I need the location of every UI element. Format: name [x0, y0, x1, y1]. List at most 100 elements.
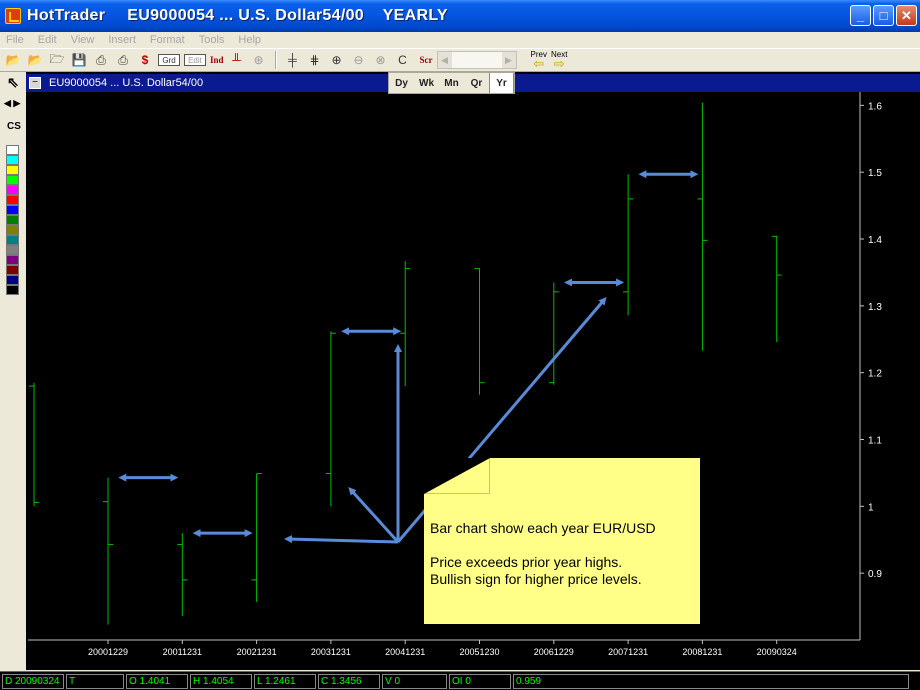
zoom-reset-icon[interactable]: ⊖ — [350, 51, 368, 69]
toolbar: 📂 📂 🗁 💾 ⎙ ⎙ $ Grd Edit Ind ╨ ⊛ ╪ ⋕ ⊕ ⊖ ⊗… — [0, 48, 920, 72]
status-volume: V 0 — [382, 673, 447, 689]
cs-button[interactable]: CS — [7, 121, 21, 132]
color-swatch[interactable] — [6, 285, 19, 295]
open-folder-icon[interactable]: 📂 — [4, 51, 22, 69]
arrow-left-icon: ⇦ — [533, 56, 545, 71]
pointer-arrow — [348, 487, 400, 544]
bar-chart-icon[interactable]: ╨ — [228, 51, 246, 69]
color-swatch[interactable] — [6, 225, 19, 235]
color-swatch[interactable] — [6, 245, 19, 255]
y-tick-label: 1 — [868, 502, 874, 513]
x-tick-label: 20061229 — [534, 647, 574, 657]
zoom-icon[interactable]: ⊕ — [328, 51, 346, 69]
magnet-icon[interactable]: ⊛ — [250, 51, 268, 69]
open-folder-2-icon[interactable]: 🗁 — [48, 51, 66, 69]
scroll-track[interactable] — [451, 52, 502, 68]
save-icon[interactable]: 💾 — [70, 51, 88, 69]
app-logo-icon[interactable] — [5, 8, 21, 24]
status-value: 0.959 — [513, 673, 909, 689]
status-time: T — [66, 673, 124, 689]
color-swatch[interactable] — [6, 155, 19, 165]
crosshair-icon[interactable]: ╪ — [284, 51, 302, 69]
status-bar: D 20090324 T O 1.4041 H 1.4054 L 1.2461 … — [0, 671, 920, 690]
data-window-icon[interactable]: ⋕ — [306, 51, 324, 69]
y-tick-label: 1.1 — [868, 436, 882, 447]
chart-window: − EU9000054 ... U.S. Dollar54/00 Dy Wk M… — [26, 72, 920, 670]
y-tick-label: 1.6 — [868, 101, 882, 112]
scroll-arrows-icon[interactable]: ◀ ▶ — [4, 98, 20, 109]
print-icon[interactable]: ⎙ — [92, 51, 110, 69]
color-swatch[interactable] — [6, 185, 19, 195]
status-close: C 1.3456 — [318, 673, 380, 689]
status-high: H 1.4054 — [190, 673, 252, 689]
menu-format[interactable]: Format — [150, 34, 185, 46]
title-bar: HotTrader EU9000054 ... U.S. Dollar54/00… — [0, 0, 920, 32]
scroll-left-icon[interactable]: ◀ — [437, 52, 452, 68]
open-file-icon[interactable]: 📂 — [26, 51, 44, 69]
zoom-all-icon[interactable]: ⊗ — [372, 51, 390, 69]
indicator-icon[interactable]: Ind — [210, 51, 224, 69]
next-button[interactable]: Next ⇨ — [551, 51, 567, 71]
menu-file[interactable]: File — [6, 34, 24, 46]
menu-view[interactable]: View — [71, 34, 95, 46]
color-swatch[interactable] — [6, 165, 19, 175]
toolbar-separator — [274, 51, 277, 69]
pointer-icon[interactable]: ⇖ — [7, 74, 19, 91]
color-swatch[interactable] — [6, 265, 19, 275]
y-tick-label: 1.2 — [868, 369, 882, 380]
color-swatch[interactable] — [6, 275, 19, 285]
color-swatch[interactable] — [6, 255, 19, 265]
color-swatch[interactable] — [6, 195, 19, 205]
color-swatch[interactable] — [6, 215, 19, 225]
scroll-right-icon[interactable]: ▶ — [501, 52, 516, 68]
minimize-button[interactable]: _ — [850, 5, 871, 26]
y-tick-label: 1.4 — [868, 235, 882, 246]
menu-edit[interactable]: Edit — [38, 34, 57, 46]
color-swatch[interactable] — [6, 205, 19, 215]
x-tick-label: 20011231 — [163, 647, 202, 657]
x-tick-label: 20031231 — [311, 647, 351, 657]
y-tick-label: 1.3 — [868, 302, 882, 313]
grid-icon[interactable]: Grd — [158, 54, 180, 66]
annotation-note[interactable]: Bar chart show each year EUR/USD Price e… — [424, 458, 700, 624]
x-tick-label: 20021231 — [237, 647, 277, 657]
app-name: HotTrader — [27, 7, 106, 24]
note-line: Bullish sign for higher price levels. — [430, 571, 642, 587]
scr-button[interactable]: Scr — [420, 51, 433, 69]
print-preview-icon[interactable]: ⎙ — [114, 51, 132, 69]
color-palette — [6, 145, 19, 295]
menu-help[interactable]: Help — [238, 34, 261, 46]
note-line — [430, 537, 656, 554]
status-low: L 1.2461 — [254, 673, 316, 689]
status-date: D 20090324 — [2, 673, 64, 689]
x-tick-label: 20090324 — [757, 647, 797, 657]
note-line: Price exceeds prior year highs. — [430, 554, 623, 570]
color-swatch[interactable] — [6, 235, 19, 245]
x-tick-label: 20081231 — [682, 647, 722, 657]
left-tool-palette: ⇖ ◀ ▶ CS — [0, 72, 26, 670]
x-tick-label: 20071231 — [608, 647, 648, 657]
y-tick-label: 0.9 — [868, 569, 882, 580]
status-open: O 1.4041 — [126, 673, 188, 689]
pointer-arrow — [284, 535, 399, 544]
maximize-button[interactable]: □ — [873, 5, 894, 26]
menu-bar: File Edit View Insert Format Tools Help — [0, 32, 920, 48]
status-open-interest: OI 0 — [449, 673, 511, 689]
chart-scroller[interactable]: ◀ ▶ — [436, 51, 517, 69]
menu-tools[interactable]: Tools — [199, 34, 225, 46]
x-tick-label: 20041231 — [385, 647, 425, 657]
color-swatch[interactable] — [6, 145, 19, 155]
x-tick-label: 20051230 — [459, 647, 499, 657]
window-title: EU9000054 ... U.S. Dollar54/00 YEARLY — [127, 7, 448, 24]
color-swatch[interactable] — [6, 175, 19, 185]
note-line: Bar chart show each year EUR/USD — [430, 520, 656, 536]
menu-insert[interactable]: Insert — [108, 34, 136, 46]
close-button[interactable]: ✕ — [896, 5, 917, 26]
y-tick-label: 1.5 — [868, 168, 882, 179]
edit-box-icon[interactable]: Edit — [184, 54, 206, 66]
dollar-icon[interactable]: $ — [136, 51, 154, 69]
note-text: Bar chart show each year EUR/USD Price e… — [430, 520, 656, 588]
prev-button[interactable]: Prev ⇦ — [531, 51, 547, 71]
c-button[interactable]: C — [394, 51, 412, 69]
note-fold-corner — [424, 458, 490, 494]
